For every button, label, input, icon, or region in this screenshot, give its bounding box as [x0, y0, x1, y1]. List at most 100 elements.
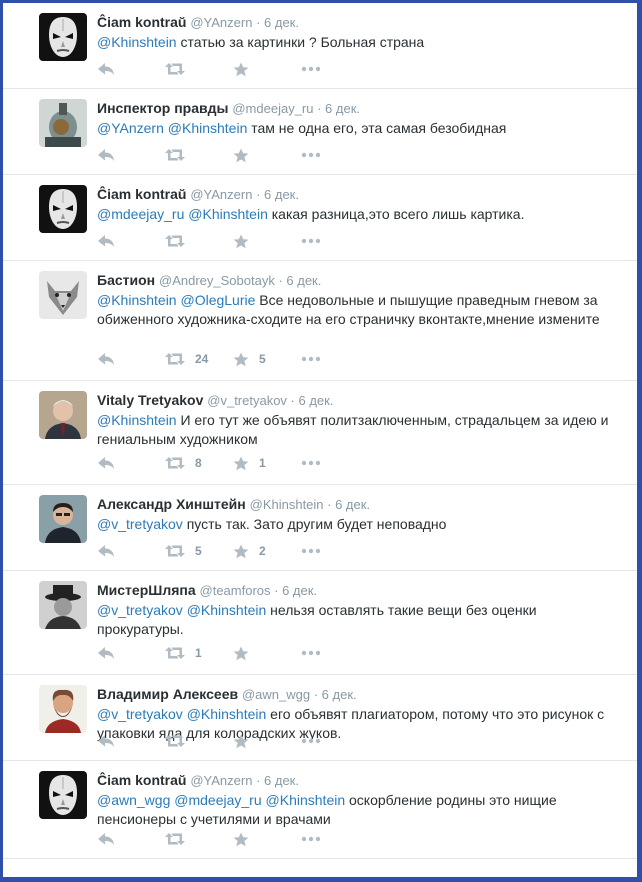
more-icon — [301, 650, 321, 656]
mention-link[interactable]: @OlegLurie — [180, 292, 255, 308]
mention-link[interactable]: @Khinshtein — [97, 412, 177, 428]
mention-link[interactable]: @v_tretyakov — [97, 602, 183, 618]
avatar[interactable] — [39, 271, 87, 319]
reply-button[interactable] — [97, 734, 165, 748]
author-handle[interactable]: @YAnzern — [190, 187, 252, 202]
mention-link[interactable]: @mdeejay_ru — [97, 206, 184, 222]
retweet-button[interactable] — [165, 734, 233, 748]
avatar[interactable] — [39, 495, 87, 543]
author-handle[interactable]: @Khinshtein — [250, 497, 324, 512]
mention-link[interactable]: @Khinshtein — [266, 792, 346, 808]
retweet-button[interactable]: 5 — [165, 544, 233, 558]
author-handle[interactable]: @teamforos — [200, 583, 271, 598]
author-name[interactable]: Ĉiam kontraŭ — [97, 186, 186, 202]
author-handle[interactable]: @awn_wgg — [242, 687, 310, 702]
avatar[interactable] — [39, 771, 87, 819]
favorite-button[interactable]: 1 — [233, 456, 301, 471]
favorite-button[interactable] — [233, 832, 301, 847]
retweet-button[interactable] — [165, 832, 233, 846]
author-name[interactable]: Бастион — [97, 272, 155, 288]
tweet[interactable]: Ĉiam kontraŭ @YAnzern · 6 дек. @awn_wgg @… — [3, 761, 637, 859]
mention-link[interactable]: @Khinshtein — [188, 206, 268, 222]
more-button[interactable] — [301, 836, 369, 842]
avatar[interactable] — [39, 13, 87, 61]
tweet-header: Ĉiam kontraŭ @YAnzern · 6 дек. — [97, 185, 627, 204]
reply-button[interactable] — [97, 456, 165, 470]
author-name[interactable]: Инспектор правды — [97, 100, 228, 116]
reply-button[interactable] — [97, 148, 165, 162]
tweet-timestamp[interactable]: 6 дек. — [299, 393, 334, 408]
mention-link[interactable]: @v_tretyakov — [97, 706, 183, 722]
tweet[interactable]: Александр Хинштейн @Khinshtein · 6 дек. @… — [3, 485, 637, 571]
more-button[interactable] — [301, 66, 369, 72]
tweet-timestamp[interactable]: 6 дек. — [264, 773, 299, 788]
author-name[interactable]: Ĉiam kontraŭ — [97, 14, 186, 30]
more-button[interactable] — [301, 460, 369, 466]
tweet[interactable]: Vitaly Tretyakov @v_tretyakov · 6 дек. @K… — [3, 381, 637, 485]
retweet-button[interactable] — [165, 62, 233, 76]
separator-dot: · — [270, 583, 283, 598]
favorite-button[interactable] — [233, 62, 301, 77]
mention-link[interactable]: @Khinshtein — [187, 706, 267, 722]
favorite-button[interactable] — [233, 646, 301, 661]
author-name[interactable]: Ĉiam kontraŭ — [97, 772, 186, 788]
author-name[interactable]: Владимир Алексеев — [97, 686, 238, 702]
favorite-button[interactable] — [233, 234, 301, 249]
author-name[interactable]: МистерШляпа — [97, 582, 196, 598]
more-button[interactable] — [301, 356, 369, 362]
author-handle[interactable]: @YAnzern — [190, 773, 252, 788]
avatar[interactable] — [39, 685, 87, 733]
more-button[interactable] — [301, 738, 369, 744]
reply-button[interactable] — [97, 646, 165, 660]
more-button[interactable] — [301, 238, 369, 244]
tweet-timestamp[interactable]: 6 дек. — [282, 583, 317, 598]
mention-link[interactable]: @Khinshtein — [168, 120, 248, 136]
avatar[interactable] — [39, 185, 87, 233]
tweet[interactable]: Инспектор правды @mdeejay_ru · 6 дек. @YA… — [3, 89, 637, 175]
tweet-timestamp[interactable]: 6 дек. — [264, 15, 299, 30]
retweet-button[interactable]: 24 — [165, 352, 233, 366]
mention-link[interactable]: @Khinshtein — [97, 34, 177, 50]
mention-link[interactable]: @mdeejay_ru — [174, 792, 261, 808]
retweet-button[interactable]: 1 — [165, 646, 233, 660]
reply-button[interactable] — [97, 352, 165, 366]
tweet[interactable]: Бастион @Andrey_Sobotayk · 6 дек. @Khinsh… — [3, 261, 637, 381]
tweet[interactable]: Ĉiam kontraŭ @YAnzern · 6 дек. @mdeejay_r… — [3, 175, 637, 261]
author-handle[interactable]: @v_tretyakov — [207, 393, 287, 408]
retweet-button[interactable] — [165, 148, 233, 162]
mention-link[interactable]: @awn_wgg — [97, 792, 170, 808]
tweet-timestamp[interactable]: 6 дек. — [335, 497, 370, 512]
author-handle[interactable]: @YAnzern — [190, 15, 252, 30]
tweet-timestamp[interactable]: 6 дек. — [325, 101, 360, 116]
favorite-button[interactable]: 2 — [233, 544, 301, 559]
reply-button[interactable] — [97, 832, 165, 846]
mention-link[interactable]: @Khinshtein — [187, 602, 267, 618]
avatar[interactable] — [39, 581, 87, 629]
retweet-button[interactable]: 8 — [165, 456, 233, 470]
avatar[interactable] — [39, 99, 87, 147]
tweet[interactable]: Ĉiam kontraŭ @YAnzern · 6 дек. @Khinshtei… — [3, 3, 637, 89]
reply-button[interactable] — [97, 234, 165, 248]
more-button[interactable] — [301, 548, 369, 554]
retweet-button[interactable] — [165, 234, 233, 248]
reply-button[interactable] — [97, 62, 165, 76]
author-name[interactable]: Александр Хинштейн — [97, 496, 246, 512]
mention-link[interactable]: @YAnzern — [97, 120, 164, 136]
favorite-button[interactable] — [233, 734, 301, 749]
mention-link[interactable]: @v_tretyakov — [97, 516, 183, 532]
author-handle[interactable]: @Andrey_Sobotayk — [159, 273, 275, 288]
tweet-timestamp[interactable]: 6 дек. — [322, 687, 357, 702]
author-handle[interactable]: @mdeejay_ru — [232, 101, 313, 116]
more-button[interactable] — [301, 152, 369, 158]
more-button[interactable] — [301, 650, 369, 656]
tweet-timestamp[interactable]: 6 дек. — [264, 187, 299, 202]
tweet[interactable]: Владимир Алексеев @awn_wgg · 6 дек. @v_tr… — [3, 675, 637, 761]
avatar[interactable] — [39, 391, 87, 439]
tweet-timestamp[interactable]: 6 дек. — [286, 273, 321, 288]
mention-link[interactable]: @Khinshtein — [97, 292, 177, 308]
favorite-button[interactable]: 5 — [233, 352, 301, 367]
reply-button[interactable] — [97, 544, 165, 558]
tweet[interactable]: МистерШляпа @teamforos · 6 дек. @v_tretya… — [3, 571, 637, 675]
author-name[interactable]: Vitaly Tretyakov — [97, 392, 203, 408]
favorite-button[interactable] — [233, 148, 301, 163]
